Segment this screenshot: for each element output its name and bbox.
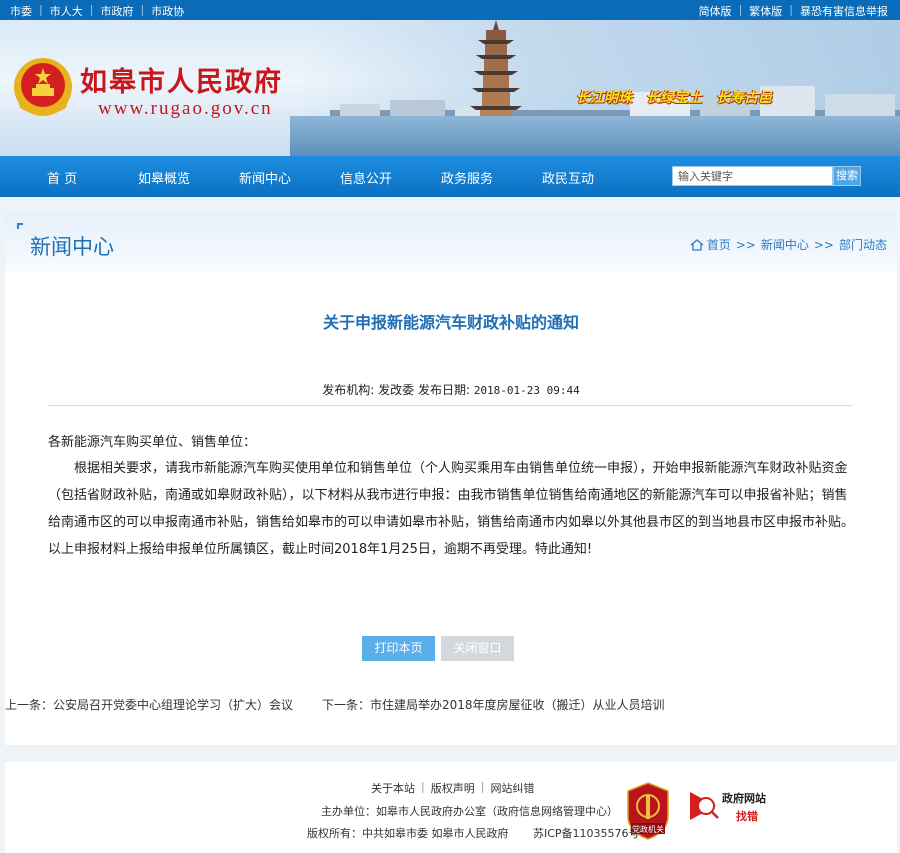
separator: | (738, 3, 743, 16)
top-left-links: 市委 | 市人大 | 市政府 | 市政协 (10, 3, 184, 19)
nav-news[interactable]: 新闻中心 (239, 168, 291, 187)
link-party-committee[interactable]: 市委 (10, 3, 32, 19)
top-utility-bar: 市委 | 市人大 | 市政府 | 市政协 简体版 | 繁体版 | 暴恐有害信息举… (0, 0, 900, 20)
corner-mark-icon (17, 223, 23, 229)
breadcrumb-news[interactable]: 新闻中心 (761, 236, 809, 253)
slogan-item: 长江明珠 (576, 90, 632, 106)
prev-article-link[interactable]: 上一条：公安局召开党委中心组理论学习（扩大）会议 (5, 696, 293, 713)
badge2-title: 政府网站 (722, 791, 766, 805)
footer-link-correction[interactable]: 网站纠错 (490, 780, 534, 796)
footer-link-about[interactable]: 关于本站 (371, 780, 415, 796)
publisher-label: 发布机构: (322, 383, 375, 397)
link-traditional[interactable]: 繁体版 (749, 3, 782, 19)
link-government[interactable]: 市政府 (100, 3, 133, 19)
footer-links: 关于本站 | 版权声明 | 网站纠错 (371, 780, 534, 796)
publisher: 发改委 (378, 383, 415, 397)
site-footer: 关于本站 | 版权声明 | 网站纠错 主办单位：如皋市人民政府办公室（政府信息网… (5, 762, 897, 853)
footer-copyright: 版权所有：中共如皋市委 如皋市人民政府 (307, 827, 509, 840)
home-icon (690, 238, 704, 251)
site-title: 如皋市人民政府 (80, 67, 283, 98)
nav-info-disclosure[interactable]: 信息公开 (340, 168, 392, 187)
link-report-harmful[interactable]: 暴恐有害信息举报 (800, 3, 888, 19)
section-title: 新闻中心 (30, 235, 114, 259)
content-panel: 新闻中心 首页 >> 新闻中心 >> 部门动态 关于申报新能源汽车财政补贴的通知… (5, 213, 897, 745)
main-nav: 首 页 如皋概览 新闻中心 信息公开 政务服务 政民互动 搜索 (0, 156, 900, 197)
separator: | (140, 3, 145, 16)
site-banner: 如皋市人民政府 www.rugao.gov.cn 长江明珠 长绿宝土 长寿古邑 (0, 20, 900, 156)
separator: | (39, 3, 43, 16)
footer-host: 主办单位：如皋市人民政府办公室（政府信息网络管理中心） (321, 805, 618, 818)
date-label: 发布日期: (417, 383, 470, 397)
breadcrumb: 首页 >> 新闻中心 >> 部门动态 (690, 236, 887, 253)
river-image (290, 116, 900, 156)
slogan-item: 长绿宝土 (646, 90, 702, 106)
breadcrumb-separator: >> (735, 237, 756, 252)
slogan-item: 长寿古邑 (716, 90, 772, 106)
badge1-text: 党政机关 (632, 824, 664, 834)
publish-date: 2018-01-23 09:44 (473, 384, 580, 397)
site-domain: www.rugao.gov.cn (98, 98, 273, 119)
breadcrumb-home[interactable]: 首页 (707, 236, 731, 253)
link-cppcc[interactable]: 市政协 (151, 3, 184, 19)
nav-overview[interactable]: 如皋概览 (138, 168, 190, 187)
search-button[interactable]: 搜索 (833, 166, 861, 186)
article-body: 根据相关要求，请我市新能源汽车购买使用单位和销售单位（个人购买乘用车由销售单位统… (48, 461, 855, 557)
pagoda-image (470, 20, 522, 130)
party-government-badge-icon[interactable]: 党政机关 (626, 782, 670, 840)
link-people-congress[interactable]: 市人大 (50, 3, 83, 19)
separator: | (480, 780, 485, 793)
separator: | (789, 3, 793, 16)
article-title: 关于申报新能源汽车财政补贴的通知 (322, 313, 579, 332)
breadcrumb-separator: >> (813, 237, 834, 252)
nav-home[interactable]: 首 页 (47, 168, 77, 187)
footer-icp[interactable]: 苏ICP备11035576号 (533, 825, 640, 841)
badge2-sub: 找错 (736, 809, 758, 823)
article-salutation: 各新能源汽车购买单位、销售单位： (48, 435, 257, 450)
top-right-links: 简体版 | 繁体版 | 暴恐有害信息举报 (699, 3, 888, 19)
nav-interaction[interactable]: 政民互动 (542, 168, 594, 187)
banner-slogans: 长江明珠 长绿宝土 长寿古邑 (576, 87, 772, 107)
gov-site-error-report-icon[interactable]: 政府网站 找错 (688, 786, 780, 826)
separator: | (89, 3, 94, 16)
national-emblem-icon (14, 58, 72, 116)
next-article-link[interactable]: 下一条：市住建局举办2018年度房屋征收（搬迁）从业人员培训 (322, 696, 665, 713)
divider (47, 405, 853, 406)
link-simplified[interactable]: 简体版 (699, 3, 732, 19)
print-button[interactable]: 打印本页 (362, 636, 435, 661)
close-window-button[interactable]: 关闭窗口 (441, 636, 514, 661)
nav-services[interactable]: 政务服务 (441, 168, 493, 187)
search-input[interactable] (672, 166, 833, 186)
separator: | (421, 780, 425, 793)
breadcrumb-department[interactable]: 部门动态 (839, 236, 887, 253)
footer-link-copyright[interactable]: 版权声明 (431, 780, 475, 796)
article-meta: 发布机构: 发改委 发布日期: 2018-01-23 09:44 (5, 381, 897, 398)
